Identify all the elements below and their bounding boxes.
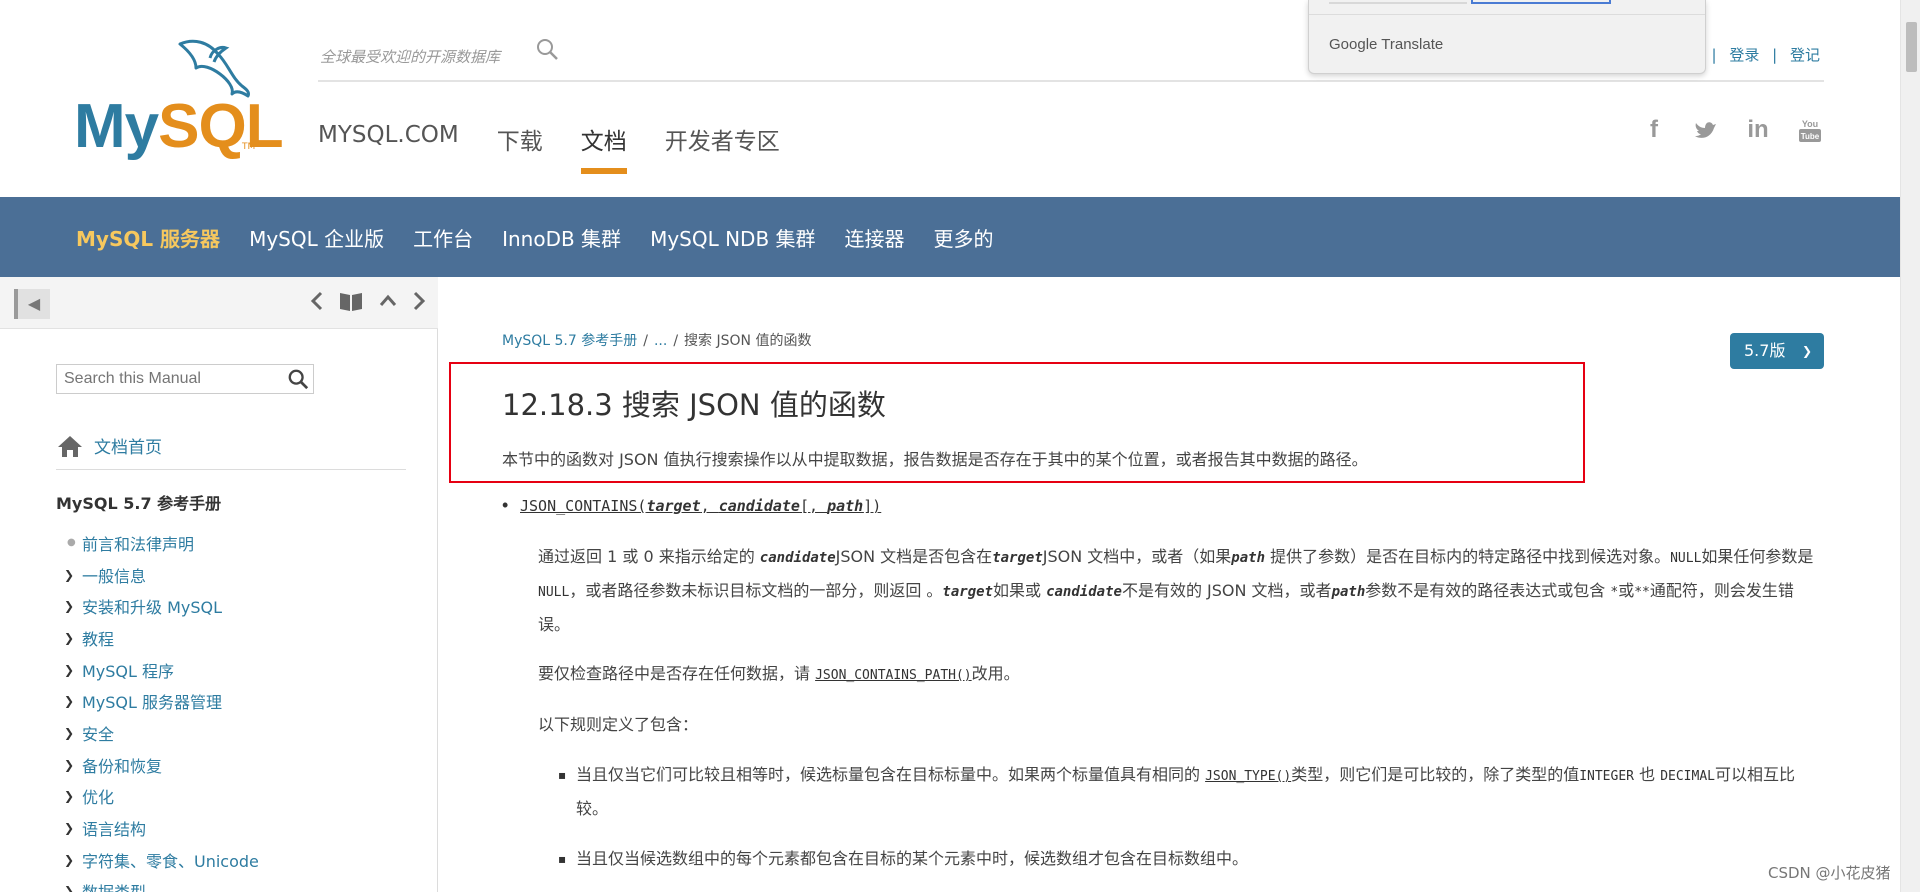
toc-item[interactable]: ❯ MySQL 服务器管理 <box>64 685 259 717</box>
twitter-icon[interactable] <box>1692 116 1720 144</box>
toc-item[interactable]: ❯ 教程 <box>64 622 259 654</box>
product-innodb-cluster[interactable]: InnoDB 集群 <box>502 223 621 252</box>
nav-mysql-com[interactable]: MYSQL.COM <box>318 122 459 174</box>
home-icon <box>58 435 82 457</box>
chevron-right-icon[interactable]: ❯ <box>64 663 82 677</box>
chevron-right-icon[interactable] <box>412 290 426 312</box>
chevron-right-icon[interactable]: ❯ <box>64 821 82 835</box>
manual-search <box>56 364 314 394</box>
chevron-right-icon[interactable]: ❯ <box>64 599 82 613</box>
chevron-right-icon[interactable]: ❯ <box>64 568 82 582</box>
search-icon[interactable] <box>287 368 309 390</box>
section-description: 本节中的函数对 JSON 值执行搜索操作以从中提取数据，报告数据是否存在于其中的… <box>502 450 1368 469</box>
toc-item[interactable]: ❯数据类型 <box>64 876 259 892</box>
chevron-right-icon[interactable]: ❯ <box>64 789 82 803</box>
chevron-right-icon[interactable]: ❯ <box>64 694 82 708</box>
nav-downloads[interactable]: 下载 <box>497 122 543 174</box>
toc-item[interactable]: ● 前言和法律声明 <box>64 527 259 559</box>
sidebar-nav-tools <box>310 290 426 312</box>
containment-rules-intro: 以下规则定义了包含： <box>538 715 699 734</box>
function-description: 通过返回 1 或 0 来指示给定的 candidateJSON 文档是否包含在t… <box>538 547 1814 634</box>
json-contains-link[interactable]: JSON_CONTAINS(target, candidate[, path]) <box>520 497 881 515</box>
product-nav: MySQL 服务器 MySQL 企业版 工作台 InnoDB 集群 MySQL … <box>76 223 994 252</box>
social-links: f in You Tube <box>1640 116 1824 144</box>
toc-item[interactable]: ❯ 优化 <box>64 781 259 813</box>
product-workbench[interactable]: 工作台 <box>413 223 473 252</box>
register-link[interactable]: 登记 <box>1790 46 1820 64</box>
json-type-link[interactable]: JSON_TYPE() <box>1205 769 1291 784</box>
page-scrollbar[interactable] <box>1900 0 1920 892</box>
bullet-icon: ● <box>67 537 76 549</box>
scrollbar-thumb[interactable] <box>1906 22 1917 72</box>
chevron-right-icon[interactable]: ❯ <box>64 853 82 867</box>
version-label: 5.7版 <box>1744 341 1786 360</box>
watermark: CSDN @小花皮猪 <box>1768 864 1891 882</box>
search-icon[interactable] <box>536 38 560 62</box>
google-translate-popup[interactable]: Google Translate <box>1308 0 1706 74</box>
facebook-icon[interactable]: f <box>1640 116 1668 144</box>
site-search-placeholder: 全球最受欢迎的开源数据库 <box>320 48 501 66</box>
google-translate-brand: Google Translate <box>1329 36 1444 53</box>
chevron-left-icon[interactable] <box>310 290 324 312</box>
separator: / <box>673 333 679 349</box>
documentation-home-link[interactable]: 文档首页 <box>56 433 162 458</box>
login-link[interactable]: 登录 <box>1729 46 1759 64</box>
page: MySQL TM 全球最受欢迎的开源数据库 ΣL | 登录 | 登记 MYSQL… <box>0 0 1920 892</box>
nav-documentation[interactable]: 文档 <box>580 122 627 174</box>
toc-item[interactable]: ❯ 安装和升级 MySQL <box>64 590 259 622</box>
separator: | <box>1772 46 1778 64</box>
mysql-logo[interactable]: MySQL TM <box>70 34 284 164</box>
svg-text:Tube: Tube <box>1801 132 1820 141</box>
separator: / <box>643 333 648 349</box>
version-select-button[interactable]: 5.7版 ❯ <box>1730 333 1824 369</box>
toc-item[interactable]: ❯ 备份和恢复 <box>64 749 259 781</box>
toc-item[interactable]: ❯ 安全 <box>64 717 259 749</box>
toc-item[interactable]: ❯ 字符集、零食、Unicode <box>64 844 259 876</box>
book-icon[interactable] <box>338 290 364 312</box>
product-ndb-cluster[interactable]: MySQL NDB 集群 <box>650 223 815 252</box>
chevron-up-icon[interactable] <box>378 290 398 312</box>
youtube-icon[interactable]: You Tube <box>1796 116 1824 144</box>
sidebar-toolbar: ◀ <box>0 277 438 329</box>
product-nav-bar: MySQL 服务器 MySQL 企业版 工作台 InnoDB 集群 MySQL … <box>0 197 1900 277</box>
translate-language-select[interactable] <box>1329 2 1467 4</box>
linkedin-icon[interactable]: in <box>1744 116 1772 144</box>
function-signature[interactable]: JSON_CONTAINS(target, candidate[, path]) <box>502 495 881 516</box>
product-more[interactable]: 更多的 <box>934 223 994 252</box>
chevron-right-icon[interactable]: ❯ <box>64 758 82 772</box>
contains-path-note: 要仅检查路径中是否存在任何数据，请 JSON_CONTAINS_PATH()改用… <box>538 664 1020 683</box>
breadcrumb-manual-link[interactable]: MySQL 5.7 参考手册 <box>502 333 637 349</box>
toc-item[interactable]: ❯ MySQL 程序 <box>64 654 259 686</box>
breadcrumb: MySQL 5.7 参考手册 /... / 搜索 JSON 值的函数 <box>502 330 811 350</box>
page-title: 12.18.3 搜索 JSON 值的函数 <box>502 388 886 422</box>
json-contains-path-link[interactable]: JSON_CONTAINS_PATH() <box>815 668 972 683</box>
breadcrumb-current: 搜索 JSON 值的函数 <box>684 333 812 349</box>
chevron-right-icon[interactable]: ❯ <box>64 726 82 740</box>
table-of-contents: ● 前言和法律声明 ❯ 一般信息 ❯ 安装和升级 MySQL ❯ 教程 ❯ MySQL 程… <box>64 527 259 892</box>
nav-developer-zone[interactable]: 开发者专区 <box>665 122 780 174</box>
product-enterprise[interactable]: MySQL 企业版 <box>249 223 384 252</box>
containment-rule: 当且仅当候选数组中的每个元素都包含在目标的某个元素中时，候选数组才包含在目标数组… <box>558 843 1806 875</box>
separator: | <box>1711 46 1717 64</box>
svg-text:You: You <box>1802 119 1818 129</box>
logo-trademark: TM <box>242 142 256 152</box>
toc-item[interactable]: ❯ 语言结构 <box>64 812 259 844</box>
documentation-home-label: 文档首页 <box>94 438 162 458</box>
breadcrumb-ellipsis[interactable]: ... <box>654 333 667 349</box>
chevron-right-icon[interactable]: ❯ <box>64 884 82 892</box>
chevron-down-icon: ❯ <box>1801 344 1812 358</box>
divider <box>56 469 406 470</box>
product-connectors[interactable]: 连接器 <box>845 223 905 252</box>
product-mysql-server[interactable]: MySQL 服务器 <box>76 223 220 252</box>
manual-title: MySQL 5.7 参考手册 <box>56 494 222 513</box>
manual-search-input[interactable] <box>57 365 277 393</box>
chevron-right-icon[interactable]: ❯ <box>64 631 82 645</box>
toc-item[interactable]: ❯ 一般信息 <box>64 559 259 591</box>
main-nav: MYSQL.COM 下载 文档 开发者专区 <box>318 122 780 174</box>
divider <box>1309 14 1705 15</box>
collapse-sidebar-button[interactable]: ◀ <box>14 289 50 319</box>
containment-rule: 当且仅当它们可比较且相等时，候选标量包含在目标标量中。如果两个标量值具有相同的 … <box>558 759 1806 825</box>
manual-sidebar: ◀ 文档首页 MySQL 5.7 参考手册 ●前言和法律声明 ❯一般信息 ❯安装… <box>0 277 438 892</box>
translate-target-select[interactable] <box>1471 0 1611 4</box>
